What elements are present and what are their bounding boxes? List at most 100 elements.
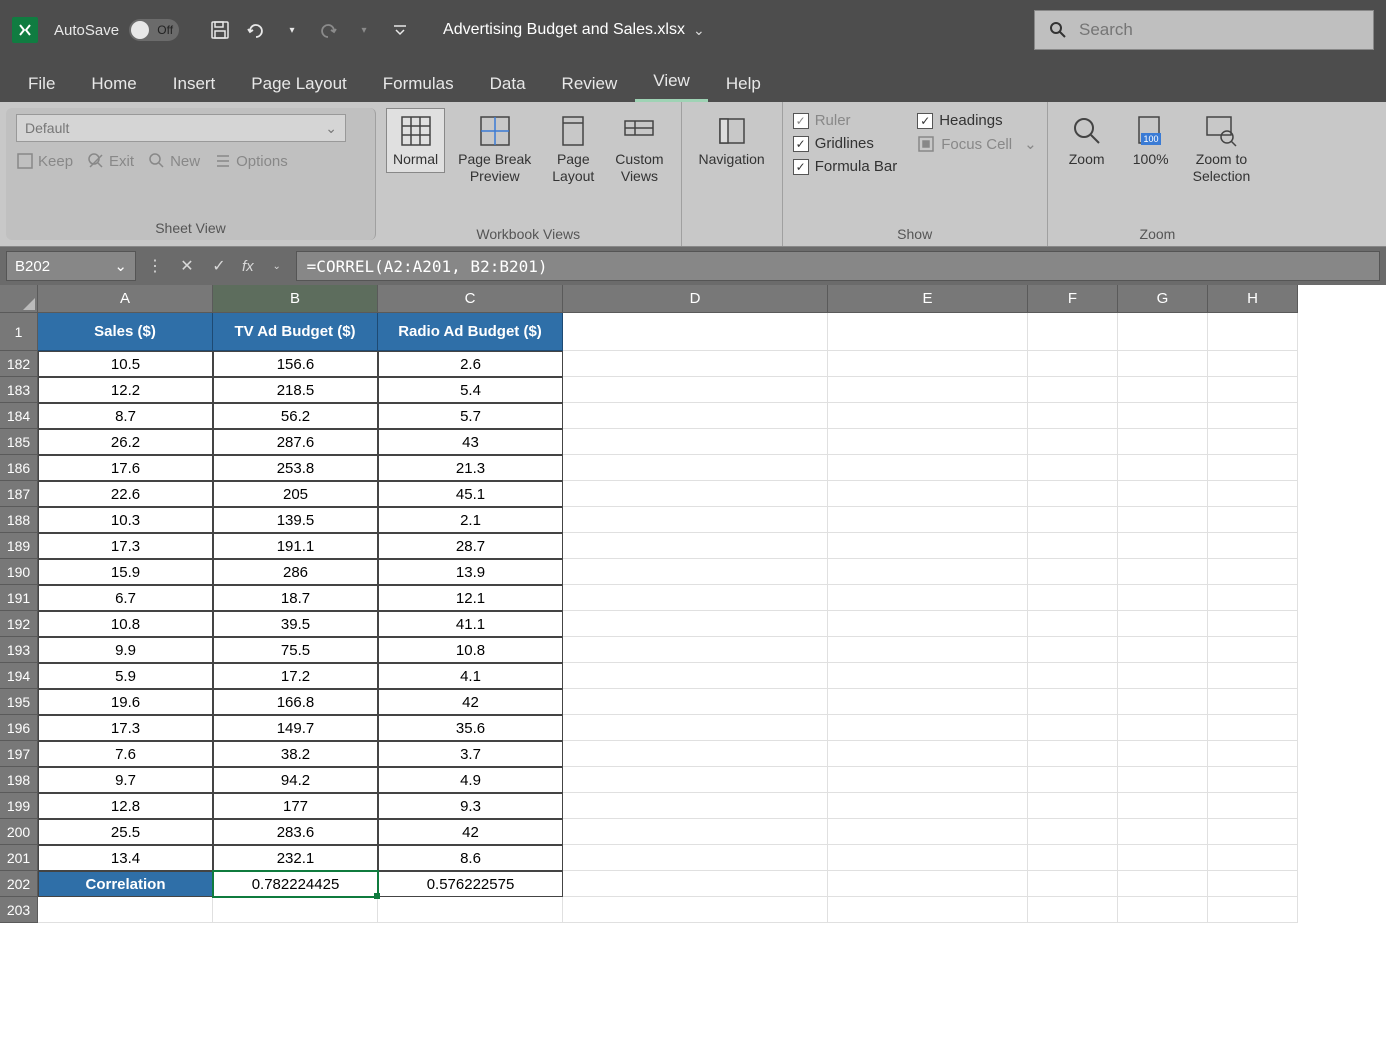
cell[interactable]: 5.7 [378,403,563,429]
cell[interactable] [1118,611,1208,637]
cell[interactable] [1028,845,1118,871]
cell[interactable] [1028,559,1118,585]
cell[interactable] [828,429,1028,455]
cell[interactable]: 94.2 [213,767,378,793]
col-header-C[interactable]: C [378,285,563,313]
cell[interactable]: 4.9 [378,767,563,793]
cell[interactable]: 0.782224425 [213,871,378,897]
cell[interactable]: 2.6 [378,351,563,377]
row-header[interactable]: 187 [0,481,38,507]
cell[interactable]: 8.7 [38,403,213,429]
cell[interactable]: 5.4 [378,377,563,403]
sheetview-new-button[interactable]: New [148,152,200,170]
cell[interactable]: 10.8 [38,611,213,637]
cell[interactable] [1118,533,1208,559]
cell[interactable] [1118,313,1208,351]
cell[interactable] [1208,845,1298,871]
cell[interactable] [1118,871,1208,897]
cell[interactable]: 177 [213,793,378,819]
formula-bar-checkbox[interactable]: ✓Formula Bar [793,158,898,175]
tab-home[interactable]: Home [73,66,154,102]
tab-insert[interactable]: Insert [155,66,234,102]
cell[interactable] [1118,455,1208,481]
row-header[interactable]: 202 [0,871,38,897]
row-header[interactable]: 191 [0,585,38,611]
tab-formulas[interactable]: Formulas [365,66,472,102]
row-header[interactable]: 192 [0,611,38,637]
cell[interactable] [1208,715,1298,741]
cell[interactable] [1118,585,1208,611]
cell[interactable] [828,793,1028,819]
cell[interactable] [1208,897,1298,923]
cell[interactable]: 38.2 [213,741,378,767]
cell[interactable] [1028,897,1118,923]
cell[interactable]: 3.7 [378,741,563,767]
header-cell[interactable]: Sales ($) [38,313,213,351]
cell[interactable] [828,689,1028,715]
cell[interactable] [1118,377,1208,403]
formula-bar-more-icon[interactable]: ⋮ [142,253,168,279]
cell[interactable] [828,585,1028,611]
cell[interactable]: 17.6 [38,455,213,481]
cell[interactable]: 218.5 [213,377,378,403]
cell[interactable] [563,533,828,559]
header-cell[interactable]: TV Ad Budget ($) [213,313,378,351]
row-header[interactable]: 196 [0,715,38,741]
cell[interactable] [1208,793,1298,819]
cell[interactable] [1118,819,1208,845]
cell[interactable]: 17.2 [213,663,378,689]
cell[interactable]: 45.1 [378,481,563,507]
cell[interactable]: 12.8 [38,793,213,819]
col-header-G[interactable]: G [1118,285,1208,313]
cell[interactable]: 139.5 [213,507,378,533]
row-header[interactable]: 199 [0,793,38,819]
redo-icon[interactable] [315,17,341,43]
cell[interactable]: 10.3 [38,507,213,533]
cell[interactable] [1118,403,1208,429]
cell[interactable]: 7.6 [38,741,213,767]
spreadsheet-grid[interactable]: A B C D E F G H 1 Sales ($) TV Ad Budget… [0,285,1386,923]
view-normal-button[interactable]: Normal [386,108,445,173]
sheetview-options-button[interactable]: Options [214,152,288,170]
cell[interactable] [828,507,1028,533]
row-header[interactable]: 197 [0,741,38,767]
cell[interactable]: 232.1 [213,845,378,871]
cell[interactable] [1028,429,1118,455]
row-header[interactable]: 185 [0,429,38,455]
row-header[interactable]: 203 [0,897,38,923]
cell[interactable] [1118,767,1208,793]
cell[interactable] [1028,377,1118,403]
tab-page-layout[interactable]: Page Layout [233,66,364,102]
cell[interactable]: 4.1 [378,663,563,689]
cell[interactable]: 56.2 [213,403,378,429]
cell[interactable] [1028,351,1118,377]
cell[interactable] [1118,741,1208,767]
cell[interactable] [1118,793,1208,819]
cell[interactable] [1028,663,1118,689]
fx-icon[interactable]: fx [238,258,258,275]
cell[interactable] [1118,897,1208,923]
cell[interactable]: 12.1 [378,585,563,611]
cell[interactable] [1208,871,1298,897]
cell[interactable]: 9.7 [38,767,213,793]
cell[interactable] [828,871,1028,897]
cell[interactable] [1028,481,1118,507]
fx-dropdown-icon[interactable]: ⌄ [264,253,290,279]
cell[interactable]: 205 [213,481,378,507]
cell[interactable]: 253.8 [213,455,378,481]
cell[interactable] [563,689,828,715]
cell[interactable]: 191.1 [213,533,378,559]
view-custom-button[interactable]: Custom Views [608,108,670,190]
cell[interactable] [1208,559,1298,585]
row-header[interactable]: 201 [0,845,38,871]
cell[interactable]: 22.6 [38,481,213,507]
gridlines-checkbox[interactable]: ✓Gridlines [793,135,898,152]
cell[interactable] [1118,689,1208,715]
cell[interactable]: 43 [378,429,563,455]
cell[interactable]: 41.1 [378,611,563,637]
cell[interactable]: 42 [378,819,563,845]
cell[interactable]: Correlation [38,871,213,897]
cell[interactable] [828,845,1028,871]
redo-dropdown-icon[interactable]: ▾ [351,17,377,43]
search-input[interactable] [1079,20,1359,40]
